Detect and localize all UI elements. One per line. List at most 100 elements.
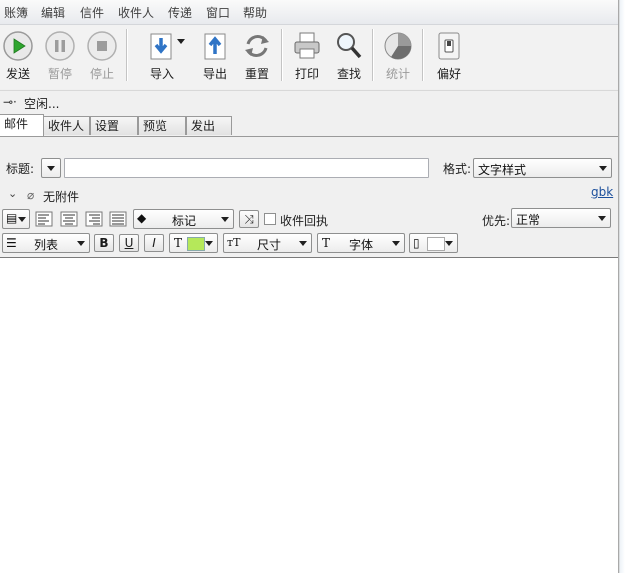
message-body-editor[interactable]: [0, 257, 618, 573]
pause-button[interactable]: 暂停: [38, 27, 82, 85]
send-button[interactable]: 发送: [0, 27, 40, 85]
format-select[interactable]: 文字样式: [473, 158, 612, 178]
italic-button[interactable]: I: [144, 234, 164, 252]
bold-button[interactable]: B: [94, 234, 114, 252]
page-icon: ▯: [413, 236, 420, 250]
print-button[interactable]: 打印: [285, 27, 329, 85]
receipt-checkbox[interactable]: [264, 213, 276, 225]
tag-select[interactable]: ◆ 标记: [133, 209, 234, 229]
menu-letter[interactable]: 信件: [80, 4, 104, 21]
connection-plug-icon: ⊸·: [3, 95, 17, 109]
list-value: 列表: [34, 238, 59, 252]
chevron-down-icon: [445, 241, 453, 246]
background-color-swatch: [427, 237, 445, 251]
stop-label: 停止: [89, 67, 114, 81]
chevron-down-icon: [392, 241, 400, 246]
preferences-button[interactable]: 偏好: [427, 27, 471, 85]
menu-accounts[interactable]: 账簿: [4, 4, 28, 21]
chevron-down-icon: [599, 166, 607, 171]
import-label: 导入: [149, 67, 174, 81]
pause-label: 暂停: [47, 67, 72, 81]
play-icon: [2, 30, 34, 62]
format-label: 格式:: [443, 162, 472, 176]
chevron-down-icon: [18, 217, 26, 222]
status-bar: ⊸· 空闲...: [0, 90, 618, 113]
send-label: 发送: [5, 67, 30, 81]
align-right-button[interactable]: [84, 210, 104, 228]
attachments-label: 无附件: [43, 190, 80, 204]
font-size-icon: ᴛT: [227, 236, 241, 249]
chevron-down-icon: [47, 166, 55, 171]
tab-bar: 邮件 收件人 设置 预览 发出: [0, 114, 618, 137]
menu-edit[interactable]: 编辑: [41, 4, 65, 21]
printer-icon: [291, 30, 323, 62]
toolbar-separator: [372, 29, 373, 81]
font-icon: T: [322, 236, 331, 250]
expand-chevrons-icon[interactable]: ⌄: [8, 187, 17, 200]
paragraph-style-dropdown[interactable]: ▤: [2, 209, 30, 229]
compose-panel: 标题: 格式: 文字样式 ⌄ ⌀ 无附件 gbk ▤ ◆ 标记 ⤨ 收件回执 优…: [0, 137, 618, 257]
menu-recipients[interactable]: 收件人: [118, 4, 154, 21]
chevron-down-icon: [598, 216, 606, 221]
reset-label: 重置: [244, 67, 269, 81]
refresh-icon: [241, 30, 273, 62]
menu-window[interactable]: 窗口: [206, 4, 230, 21]
preferences-label: 偏好: [436, 67, 461, 81]
subject-input[interactable]: [64, 158, 429, 178]
align-center-icon: [60, 211, 78, 227]
menu-transfer[interactable]: 传递: [168, 4, 192, 21]
stats-button[interactable]: 统计: [376, 27, 420, 85]
stop-button[interactable]: 停止: [80, 27, 124, 85]
background-color-select[interactable]: ▯: [409, 233, 458, 253]
tab-sent[interactable]: 发出: [186, 116, 232, 135]
font-size-select[interactable]: ᴛT 尺寸: [223, 233, 312, 253]
toolbar-separator: [422, 29, 423, 81]
export-button[interactable]: 导出: [193, 27, 237, 85]
tab-mail[interactable]: 邮件: [0, 114, 44, 136]
charset-link[interactable]: gbk: [591, 185, 613, 199]
chevron-down-icon: [205, 241, 213, 246]
receipt-label: 收件回执: [280, 214, 329, 228]
tag-value: 标记: [172, 214, 197, 228]
list-icon: ☰: [6, 236, 17, 250]
import-dropdown-arrow-icon[interactable]: [177, 39, 185, 44]
align-left-button[interactable]: [34, 210, 54, 228]
chevron-down-icon: [221, 217, 229, 222]
tab-recipients[interactable]: 收件人: [43, 116, 90, 135]
format-value: 文字样式: [478, 163, 527, 177]
text-color-select[interactable]: T: [169, 233, 218, 253]
toolbar-separator: [281, 29, 282, 81]
list-select[interactable]: ☰ 列表: [2, 233, 90, 253]
align-left-icon: [35, 211, 53, 227]
underline-button[interactable]: U: [119, 234, 139, 252]
find-button[interactable]: 查找: [327, 27, 371, 85]
pause-icon: [44, 30, 76, 62]
stop-icon: [86, 30, 118, 62]
menu-bar: 账簿 编辑 信件 收件人 传递 窗口 帮助: [0, 0, 618, 25]
import-button[interactable]: 导入: [140, 27, 184, 85]
text-color-letter: T: [174, 236, 183, 250]
document-icon: ▤: [6, 211, 18, 225]
tab-preview[interactable]: 预览: [138, 116, 186, 135]
reset-button[interactable]: 重置: [235, 27, 279, 85]
menu-help[interactable]: 帮助: [243, 4, 267, 21]
chevron-down-icon: [77, 241, 85, 246]
text-color-swatch: [187, 237, 205, 251]
tab-settings[interactable]: 设置: [90, 116, 138, 135]
export-arrow-icon: [199, 30, 231, 62]
priority-select[interactable]: 正常: [511, 208, 611, 228]
align-center-button[interactable]: [59, 210, 79, 228]
priority-label: 优先:: [482, 214, 511, 228]
subject-history-dropdown[interactable]: [41, 158, 61, 178]
chevron-down-icon: [299, 241, 307, 246]
switch-icon: [433, 30, 465, 62]
tag-icon: ◆: [137, 211, 147, 225]
shuffle-button[interactable]: ⤨: [239, 210, 259, 228]
align-justify-button[interactable]: [108, 210, 128, 228]
window-right-edge: [618, 0, 625, 573]
align-justify-icon: [109, 211, 127, 227]
font-family-select[interactable]: T 字体: [317, 233, 405, 253]
import-arrow-icon: [146, 30, 178, 62]
align-right-icon: [85, 211, 103, 227]
shuffle-icon: ⤨: [244, 212, 254, 226]
